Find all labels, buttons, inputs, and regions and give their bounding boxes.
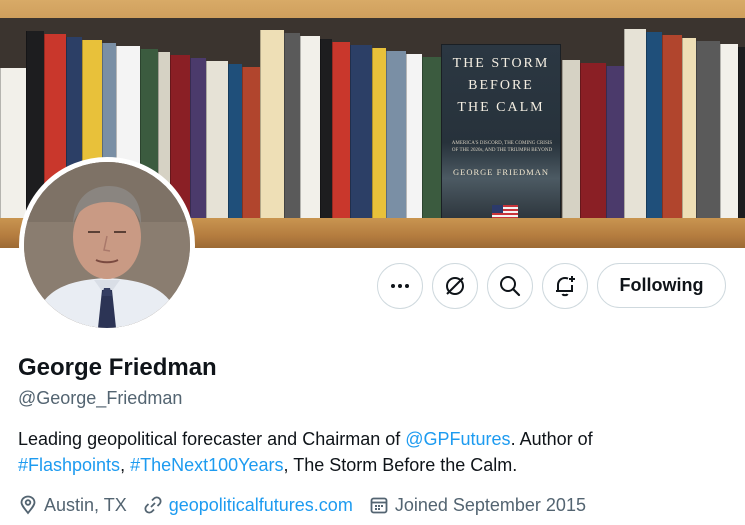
location-icon (20, 495, 36, 515)
more-button[interactable] (377, 263, 423, 309)
grok-button[interactable] (432, 263, 478, 309)
banner-book-spine (260, 30, 284, 218)
banner-book-spine (300, 36, 320, 218)
profile-bio: Leading geopolitical forecaster and Chai… (18, 426, 718, 478)
banner-book-spine (646, 32, 662, 218)
profile-joined: Joined September 2015 (369, 495, 586, 516)
bio-hashtag-link[interactable]: #TheNext100Years (130, 455, 283, 475)
bio-text: , (120, 455, 131, 475)
bell-plus-icon (556, 276, 575, 297)
following-button[interactable]: Following (597, 263, 726, 308)
banner-book-spine (606, 66, 624, 218)
profile-website[interactable]: geopoliticalfutures.com (143, 495, 353, 516)
banner-book-spine (562, 60, 580, 218)
banner-book-spine (580, 63, 606, 218)
banner-book-spine (720, 44, 738, 218)
bio-mention-link[interactable]: @GPFutures (405, 429, 510, 449)
banner-book-spine (190, 58, 206, 218)
more-icon (391, 284, 409, 288)
calendar-icon (370, 497, 388, 514)
banner-book-spine (372, 48, 386, 218)
notifications-button[interactable] (542, 263, 588, 309)
profile-location: Austin, TX (18, 495, 127, 516)
website-link[interactable]: geopoliticalfutures.com (169, 495, 353, 516)
search-button[interactable] (487, 263, 533, 309)
feature-book-title: THE STORM BEFORE THE CALM (452, 56, 550, 115)
banner-book-spine (284, 33, 300, 218)
location-text: Austin, TX (44, 494, 127, 515)
banner-book-spine (624, 29, 646, 218)
joined-text: Joined September 2015 (394, 494, 586, 515)
profile-meta: Austin, TX geopoliticalfutures.com Joine… (18, 492, 602, 518)
banner-book-spine (696, 41, 720, 218)
feature-book-author: GEORGE FRIEDMAN (453, 167, 549, 177)
banner-book-spine (662, 35, 682, 218)
link-icon (144, 496, 162, 514)
search-icon (500, 276, 521, 297)
banner-book-spine (682, 38, 696, 218)
banner-book-spine (0, 68, 26, 218)
banner-book-spine (228, 64, 242, 218)
banner-book-spine (332, 42, 350, 218)
bio-text: , The Storm Before the Calm. (283, 455, 518, 475)
banner-book-spine (350, 45, 372, 218)
banner-book-spine (320, 39, 332, 218)
profile-handle: @George_Friedman (18, 388, 183, 408)
bio-hashtag-link[interactable]: #Flashpoints (18, 455, 120, 475)
banner-book-spine (406, 54, 422, 218)
banner-book-spine (242, 67, 260, 218)
banner-book-spine (386, 51, 406, 218)
banner-book-spine (738, 47, 745, 218)
avatar[interactable] (19, 157, 195, 333)
avatar-portrait (24, 162, 190, 328)
profile-name: George Friedman (18, 354, 217, 381)
bio-text: . Author of (510, 429, 593, 449)
grok-icon (446, 277, 464, 295)
banner-book-spine (206, 61, 228, 218)
flag-icon (492, 205, 518, 219)
bio-text: Leading geopolitical forecaster and Chai… (18, 429, 406, 449)
banner-feature-book: THE STORM BEFORE THE CALM AMERICA'S DISC… (441, 44, 561, 224)
feature-book-subtitle: AMERICA'S DISCORD, THE COMING CRISIS OF … (451, 141, 553, 153)
